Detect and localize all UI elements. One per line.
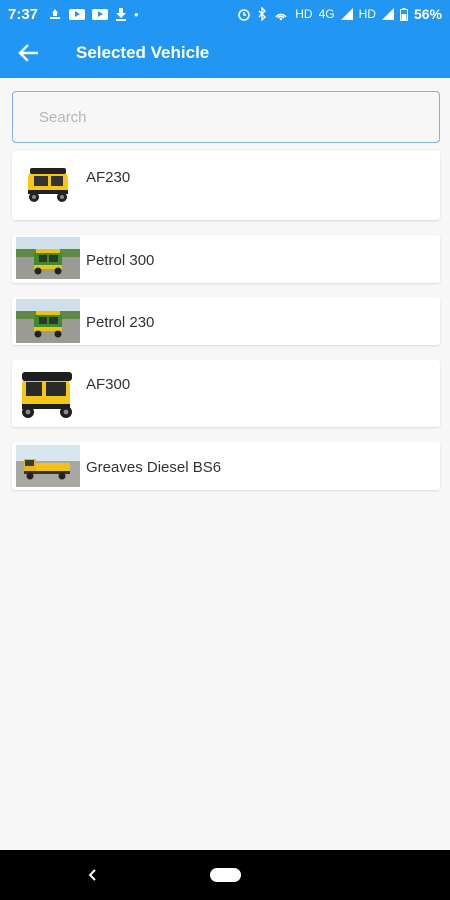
back-button[interactable] — [0, 28, 56, 78]
vehicle-list-item[interactable]: Petrol 230 — [12, 297, 440, 345]
battery-icon — [399, 7, 408, 21]
signal-icon — [340, 8, 353, 20]
vehicle-image — [16, 368, 78, 420]
vehicle-image — [22, 164, 76, 206]
vehicle-image — [16, 299, 80, 343]
signal-icon — [381, 8, 394, 20]
search-input[interactable] — [13, 92, 439, 142]
notification-icons: • — [48, 7, 139, 21]
bluetooth-icon — [258, 7, 267, 21]
youtube-icon — [69, 8, 86, 20]
dot-icon: • — [134, 6, 139, 22]
system-icons: HD 4G HD 56% — [237, 6, 442, 22]
system-navigation-bar — [0, 850, 450, 900]
mobile-data-label: 4G — [318, 7, 335, 21]
vehicle-image — [16, 237, 80, 279]
alarm-icon — [238, 9, 251, 21]
app-bar: Selected Vehicle — [0, 28, 450, 78]
arrow-left-icon — [18, 44, 38, 62]
battery-percent: 56% — [413, 6, 442, 22]
youtube-icon — [92, 8, 109, 20]
upload-icon — [50, 9, 61, 19]
vehicle-list-item[interactable]: AF230 — [12, 151, 440, 220]
vehicle-name: Petrol 300 — [86, 252, 155, 269]
hotspot-icon — [275, 13, 287, 21]
vehicle-name: Greaves Diesel BS6 — [86, 459, 222, 476]
vehicle-list-item[interactable]: Greaves Diesel BS6 — [12, 442, 440, 490]
search-box — [12, 91, 440, 143]
status-bar: 7:37 • HD 4G HD 56% — [0, 0, 450, 28]
nav-back-icon[interactable] — [84, 864, 102, 886]
vehicle-name: AF300 — [86, 376, 131, 393]
download-icon — [116, 8, 127, 21]
vehicle-name: AF230 — [86, 169, 131, 186]
page-title: Selected Vehicle — [76, 43, 210, 62]
nav-home-pill[interactable] — [210, 868, 241, 882]
network-type-label: HD — [295, 7, 313, 21]
status-time: 7:37 — [8, 5, 39, 23]
vehicle-name: Petrol 230 — [86, 314, 155, 331]
vehicle-list-item[interactable]: AF300 — [12, 360, 440, 427]
vehicle-list-item[interactable]: Petrol 300 — [12, 235, 440, 283]
network-type-label-2: HD — [358, 7, 376, 21]
vehicle-image — [16, 445, 80, 487]
